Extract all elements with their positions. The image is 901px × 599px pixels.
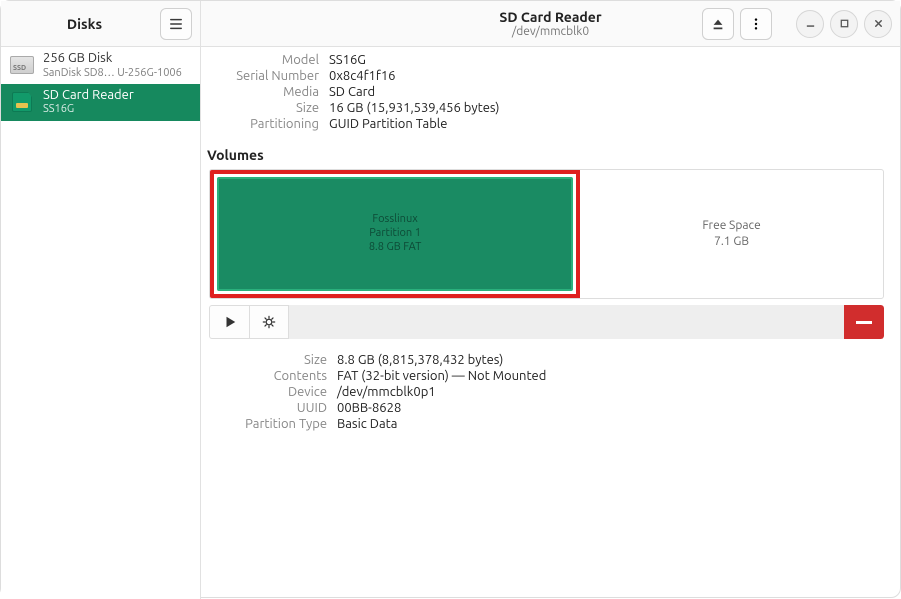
label-media: Media <box>201 85 319 99</box>
volume-subtitle: Partition 1 <box>369 227 421 241</box>
label-partitioning: Partitioning <box>201 117 319 131</box>
label-uuid: UUID <box>201 401 327 415</box>
minimize-icon <box>805 18 816 29</box>
mount-button[interactable] <box>209 305 249 339</box>
volume-toolbar <box>209 305 884 339</box>
volume-detail: 8.8 GB FAT <box>369 241 421 255</box>
play-icon <box>223 315 237 329</box>
device-model: SS16G <box>43 103 192 116</box>
device-sidebar: SSD 256 GB Disk SanDisk SD8… U-256G-1006… <box>1 47 201 599</box>
gear-icon <box>262 315 276 329</box>
volume-name: Fosslinux <box>372 213 417 227</box>
headerbar-left: Disks <box>1 1 201 46</box>
label-serial: Serial Number <box>201 69 319 83</box>
value-partition-type: Basic Data <box>337 417 900 431</box>
headerbar: Disks SD Card Reader /dev/mmcblk0 <box>1 1 900 47</box>
hamburger-icon <box>169 17 183 31</box>
app-title: Disks <box>9 16 160 32</box>
eject-icon <box>711 17 725 31</box>
window-minimize-button[interactable] <box>796 10 824 38</box>
value-media: SD Card <box>329 85 900 99</box>
device-model: SanDisk SD8… U-256G-1006 <box>43 67 192 80</box>
close-icon <box>873 18 884 29</box>
sidebar-device-sdcard[interactable]: SD Card Reader SS16G <box>1 84 200 121</box>
volume-settings-button[interactable] <box>249 305 289 339</box>
drive-info-grid: Model SS16G Serial Number 0x8c4f1f16 Med… <box>201 47 900 131</box>
value-serial: 0x8c4f1f16 <box>329 69 900 83</box>
drive-title: SD Card Reader <box>499 9 601 25</box>
ssd-icon: SSD <box>9 54 35 76</box>
free-space-size: 7.1 GB <box>714 234 749 250</box>
free-space-label: Free Space <box>702 218 760 234</box>
label-model: Model <box>201 53 319 67</box>
device-name: SD Card Reader <box>43 88 192 104</box>
label-contents: Contents <box>201 369 327 383</box>
maximize-icon <box>839 18 850 29</box>
sdcard-icon <box>9 91 35 113</box>
volume-free-space[interactable]: Free Space 7.1 GB <box>580 170 883 298</box>
value-device: /dev/mmcblk0p1 <box>337 385 900 399</box>
volumes-diagram: Fosslinux Partition 1 8.8 GB FAT Free Sp… <box>209 169 884 299</box>
sidebar-device-ssd[interactable]: SSD 256 GB Disk SanDisk SD8… U-256G-1006 <box>1 47 200 84</box>
window-maximize-button[interactable] <box>830 10 858 38</box>
delete-partition-button[interactable] <box>844 305 884 339</box>
value-part-size: 8.8 GB (8,815,378,432 bytes) <box>337 353 900 367</box>
app-menu-button[interactable] <box>160 8 192 40</box>
label-part-size: Size <box>201 353 327 367</box>
value-contents: FAT (32-bit version) — Not Mounted <box>337 369 900 383</box>
kebab-icon <box>749 17 763 31</box>
label-partition-type: Partition Type <box>201 417 327 431</box>
volume-partition-1[interactable]: Fosslinux Partition 1 8.8 GB FAT <box>210 170 580 298</box>
drive-subtitle: /dev/mmcblk0 <box>499 25 601 39</box>
value-partitioning: GUID Partition Table <box>329 117 900 131</box>
minus-icon <box>856 321 872 324</box>
value-model: SS16G <box>329 53 900 67</box>
headerbar-right: SD Card Reader /dev/mmcblk0 <box>201 1 900 46</box>
drive-menu-button[interactable] <box>740 8 772 40</box>
value-size: 16 GB (15,931,539,456 bytes) <box>329 101 900 115</box>
partition-info-grid: Size 8.8 GB (8,815,378,432 bytes) Conten… <box>201 339 900 431</box>
label-size: Size <box>201 101 319 115</box>
value-uuid: 00BB-8628 <box>337 401 900 415</box>
window-close-button[interactable] <box>864 10 892 38</box>
header-title-block: SD Card Reader /dev/mmcblk0 <box>499 9 601 39</box>
label-device: Device <box>201 385 327 399</box>
eject-button[interactable] <box>702 8 734 40</box>
device-name: 256 GB Disk <box>43 51 192 67</box>
main-pane: Model SS16G Serial Number 0x8c4f1f16 Med… <box>201 47 900 599</box>
volumes-heading: Volumes <box>201 131 900 169</box>
